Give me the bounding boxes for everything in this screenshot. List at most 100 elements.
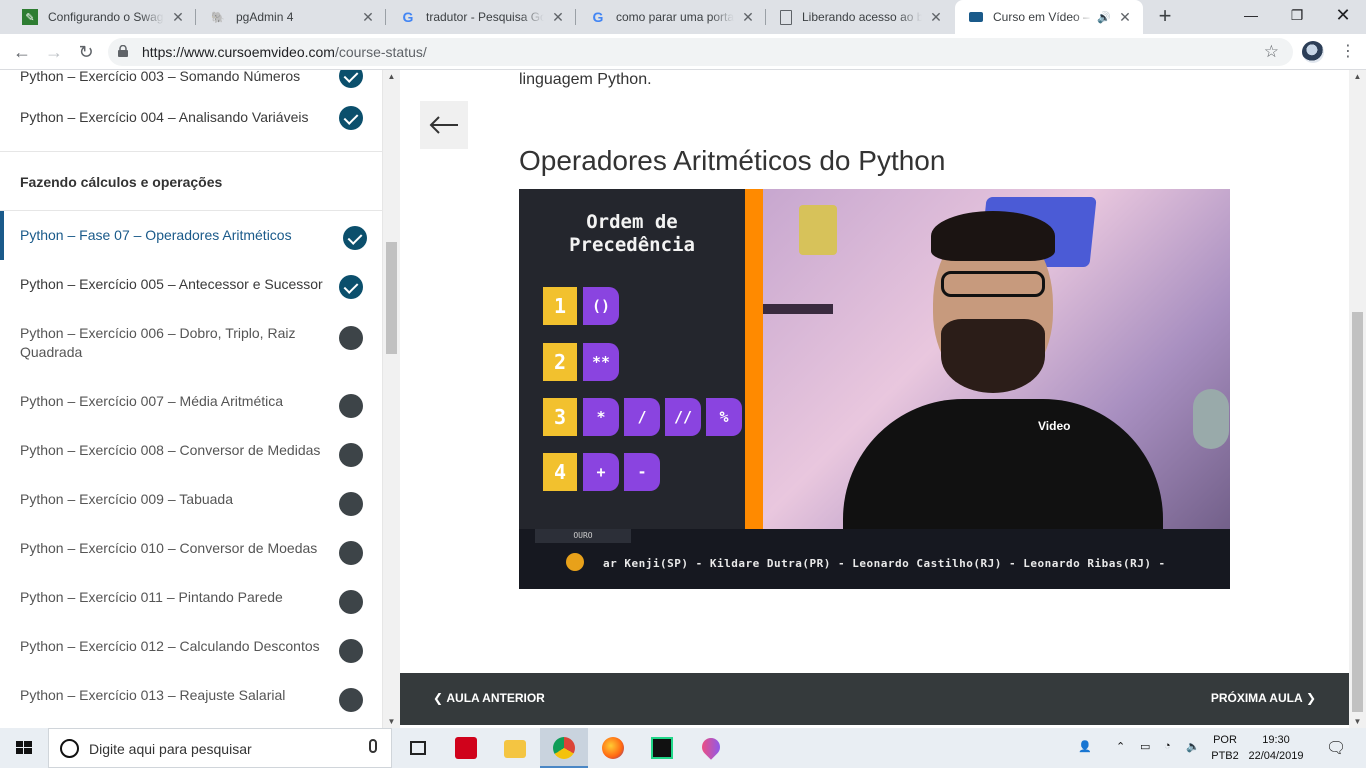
close-icon[interactable]: ✕ — [360, 9, 376, 26]
lesson-item[interactable]: Python – Exercício 013 – Reajuste Salari… — [0, 671, 382, 720]
start-button[interactable] — [0, 728, 48, 768]
url-text[interactable]: https://www.cursoemvideo.com/course-stat… — [142, 44, 427, 60]
scroll-down-icon[interactable]: ▼ — [1349, 717, 1366, 726]
lesson-label: Python – Exercício 005 – Antecessor e Su… — [20, 276, 323, 292]
taskbar-chrome[interactable] — [540, 728, 588, 768]
close-icon[interactable]: ✕ — [928, 9, 944, 26]
tab-title: Liberando acesso ao banco — [802, 10, 922, 24]
battery-icon[interactable]: ▭ — [1140, 740, 1150, 780]
lesson-label: Python – Exercício 004 – Analisando Vari… — [20, 109, 309, 125]
minimize-button[interactable]: — — [1228, 0, 1274, 30]
close-icon[interactable]: ✕ — [550, 9, 566, 26]
lesson-item-active[interactable]: Python – Fase 07 – Operadores Aritmético… — [0, 211, 382, 260]
tab-porta[interactable]: G como parar uma porta ✕ — [576, 0, 766, 34]
previous-lesson-button[interactable]: ❮ AULA ANTERIOR — [433, 691, 545, 705]
next-lesson-button[interactable]: PRÓXIMA AULA ❯ — [1211, 691, 1316, 705]
sidebar-scrollbar[interactable]: ▲ ▼ — [383, 70, 400, 728]
collapse-sidebar-button[interactable] — [420, 101, 468, 149]
lesson-label: Python – Exercício 006 – Dobro, Triplo, … — [20, 325, 296, 360]
scroll-up-icon[interactable]: ▲ — [383, 72, 400, 81]
document-icon: ✎ — [22, 9, 38, 25]
new-tab-button[interactable]: + — [1152, 4, 1178, 30]
task-view-button[interactable] — [394, 728, 442, 768]
lesson-item[interactable]: Python – Exercício 006 – Dobro, Triplo, … — [0, 309, 382, 377]
lesson-nav-bar: ❮ AULA ANTERIOR PRÓXIMA AULA ❯ — [400, 673, 1349, 725]
google-icon: G — [592, 9, 604, 25]
taskbar-firefox[interactable] — [589, 728, 637, 768]
profile-avatar[interactable] — [1302, 41, 1324, 63]
pending-status-icon — [339, 443, 363, 467]
menu-icon[interactable]: ⋮ — [1338, 42, 1358, 62]
taskbar-acrobat[interactable] — [442, 728, 490, 768]
lesson-item[interactable]: Python – Exercício 008 – Conversor de Me… — [0, 426, 382, 475]
tab-pgadmin[interactable]: 🐘 pgAdmin 4 ✕ — [196, 0, 386, 34]
taskbar-pycharm[interactable] — [638, 728, 686, 768]
pycharm-icon — [651, 737, 673, 759]
lesson-item[interactable]: Python – Exercício 007 – Média Aritmétic… — [0, 377, 382, 426]
lesson-description: linguagem Python. — [519, 71, 652, 88]
lesson-item[interactable]: Python – Exercício 004 – Analisando Vari… — [0, 93, 382, 142]
wifi-icon[interactable]: ◔ — [1164, 740, 1171, 780]
scroll-up-icon[interactable]: ▲ — [1349, 72, 1366, 81]
page-scrollbar[interactable]: ▲ ▼ — [1349, 70, 1366, 728]
lesson-item[interactable]: Python – Exercício 009 – Tabuada — [0, 475, 382, 524]
scroll-down-icon[interactable]: ▼ — [383, 717, 400, 726]
cortana-icon — [60, 739, 79, 758]
map-pin-icon — [698, 734, 724, 760]
cursoemvideo-icon — [969, 12, 983, 22]
tab-swagger[interactable]: ✎ Configurando o Swagger ✕ — [8, 0, 196, 34]
pending-status-icon — [339, 639, 363, 663]
medal-icon — [566, 553, 584, 571]
taskbar-search[interactable]: Digite aqui para pesquisar — [48, 728, 392, 768]
pending-status-icon — [339, 590, 363, 614]
video-player[interactable]: Ordem de Precedência 1 () 2 ** 3 * / // … — [519, 189, 1230, 589]
google-icon: G — [402, 9, 414, 25]
microphone-icon[interactable] — [369, 739, 377, 753]
chevron-up-icon[interactable]: ⌃ — [1116, 740, 1125, 780]
lesson-label: Python – Exercício 008 – Conversor de Me… — [20, 442, 321, 458]
tab-curso-em-video[interactable]: Curso em Vídeo – Curso 🔊 ✕ — [955, 0, 1143, 34]
lesson-label: Python – Exercício 010 – Conversor de Mo… — [20, 540, 318, 556]
people-icon[interactable]: 👤 — [1078, 740, 1092, 780]
close-window-button[interactable]: ✕ — [1320, 0, 1366, 30]
bookmark-star-icon[interactable]: ☆ — [1264, 42, 1279, 62]
tab-liberando[interactable]: Liberando acesso ao banco ✕ — [766, 0, 954, 34]
taskbar-explorer[interactable] — [491, 728, 539, 768]
lesson-item[interactable]: Python – Exercício 005 – Antecessor e Su… — [0, 260, 382, 309]
tab-title: pgAdmin 4 — [236, 10, 294, 24]
pending-status-icon — [339, 492, 363, 516]
reload-button[interactable]: ↻ — [72, 38, 100, 66]
windows-logo-icon — [16, 741, 32, 754]
restore-button[interactable]: ❐ — [1274, 0, 1320, 30]
tab-title: como parar uma porta — [616, 10, 734, 24]
lesson-item[interactable]: Python – Exercício 012 – Calculando Desc… — [0, 622, 382, 671]
lesson-item[interactable]: Python – Exercício 011 – Pintando Parede — [0, 573, 382, 622]
taskbar-maps[interactable] — [687, 728, 735, 768]
folder-icon — [504, 740, 526, 758]
speaker-icon[interactable]: 🔊 — [1097, 11, 1111, 24]
search-placeholder: Digite aqui para pesquisar — [89, 741, 252, 757]
back-button[interactable]: ← — [8, 38, 36, 66]
notifications-icon[interactable]: 🗨 — [1326, 738, 1346, 778]
browser-tab-strip: ✎ Configurando o Swagger ✕ 🐘 pgAdmin 4 ✕… — [0, 0, 1366, 34]
system-clock[interactable]: 19:30 22/04/2019 — [1246, 732, 1306, 764]
volume-icon[interactable]: 🔈 — [1186, 740, 1200, 780]
close-icon[interactable]: ✕ — [1117, 9, 1133, 26]
close-icon[interactable]: ✕ — [740, 9, 756, 26]
acrobat-icon — [455, 737, 477, 759]
scroll-thumb[interactable] — [386, 242, 397, 354]
lesson-item[interactable]: Python – Exercício 010 – Conversor de Mo… — [0, 524, 382, 573]
lesson-label: Python – Exercício 011 – Pintando Parede — [20, 589, 283, 605]
microphone-image — [1193, 389, 1229, 449]
address-bar[interactable]: https://www.cursoemvideo.com/course-stat… — [108, 38, 1293, 66]
ticker-names: ar Kenji(SP) - Kildare Dutra(PR) - Leona… — [603, 557, 1166, 570]
lesson-content: linguagem Python. Operadores Aritméticos… — [400, 70, 1349, 728]
lesson-label: Python – Exercício 009 – Tabuada — [20, 491, 234, 507]
close-icon[interactable]: ✕ — [170, 9, 186, 26]
input-language[interactable]: POR PTB2 — [1208, 732, 1242, 764]
scroll-thumb[interactable] — [1352, 312, 1363, 712]
tab-tradutor[interactable]: G tradutor - Pesquisa Google ✕ — [386, 0, 576, 34]
plaque-image — [799, 205, 837, 255]
forward-button[interactable]: → — [40, 38, 68, 66]
browser-toolbar: ← → ↻ https://www.cursoemvideo.com/cours… — [0, 34, 1366, 70]
